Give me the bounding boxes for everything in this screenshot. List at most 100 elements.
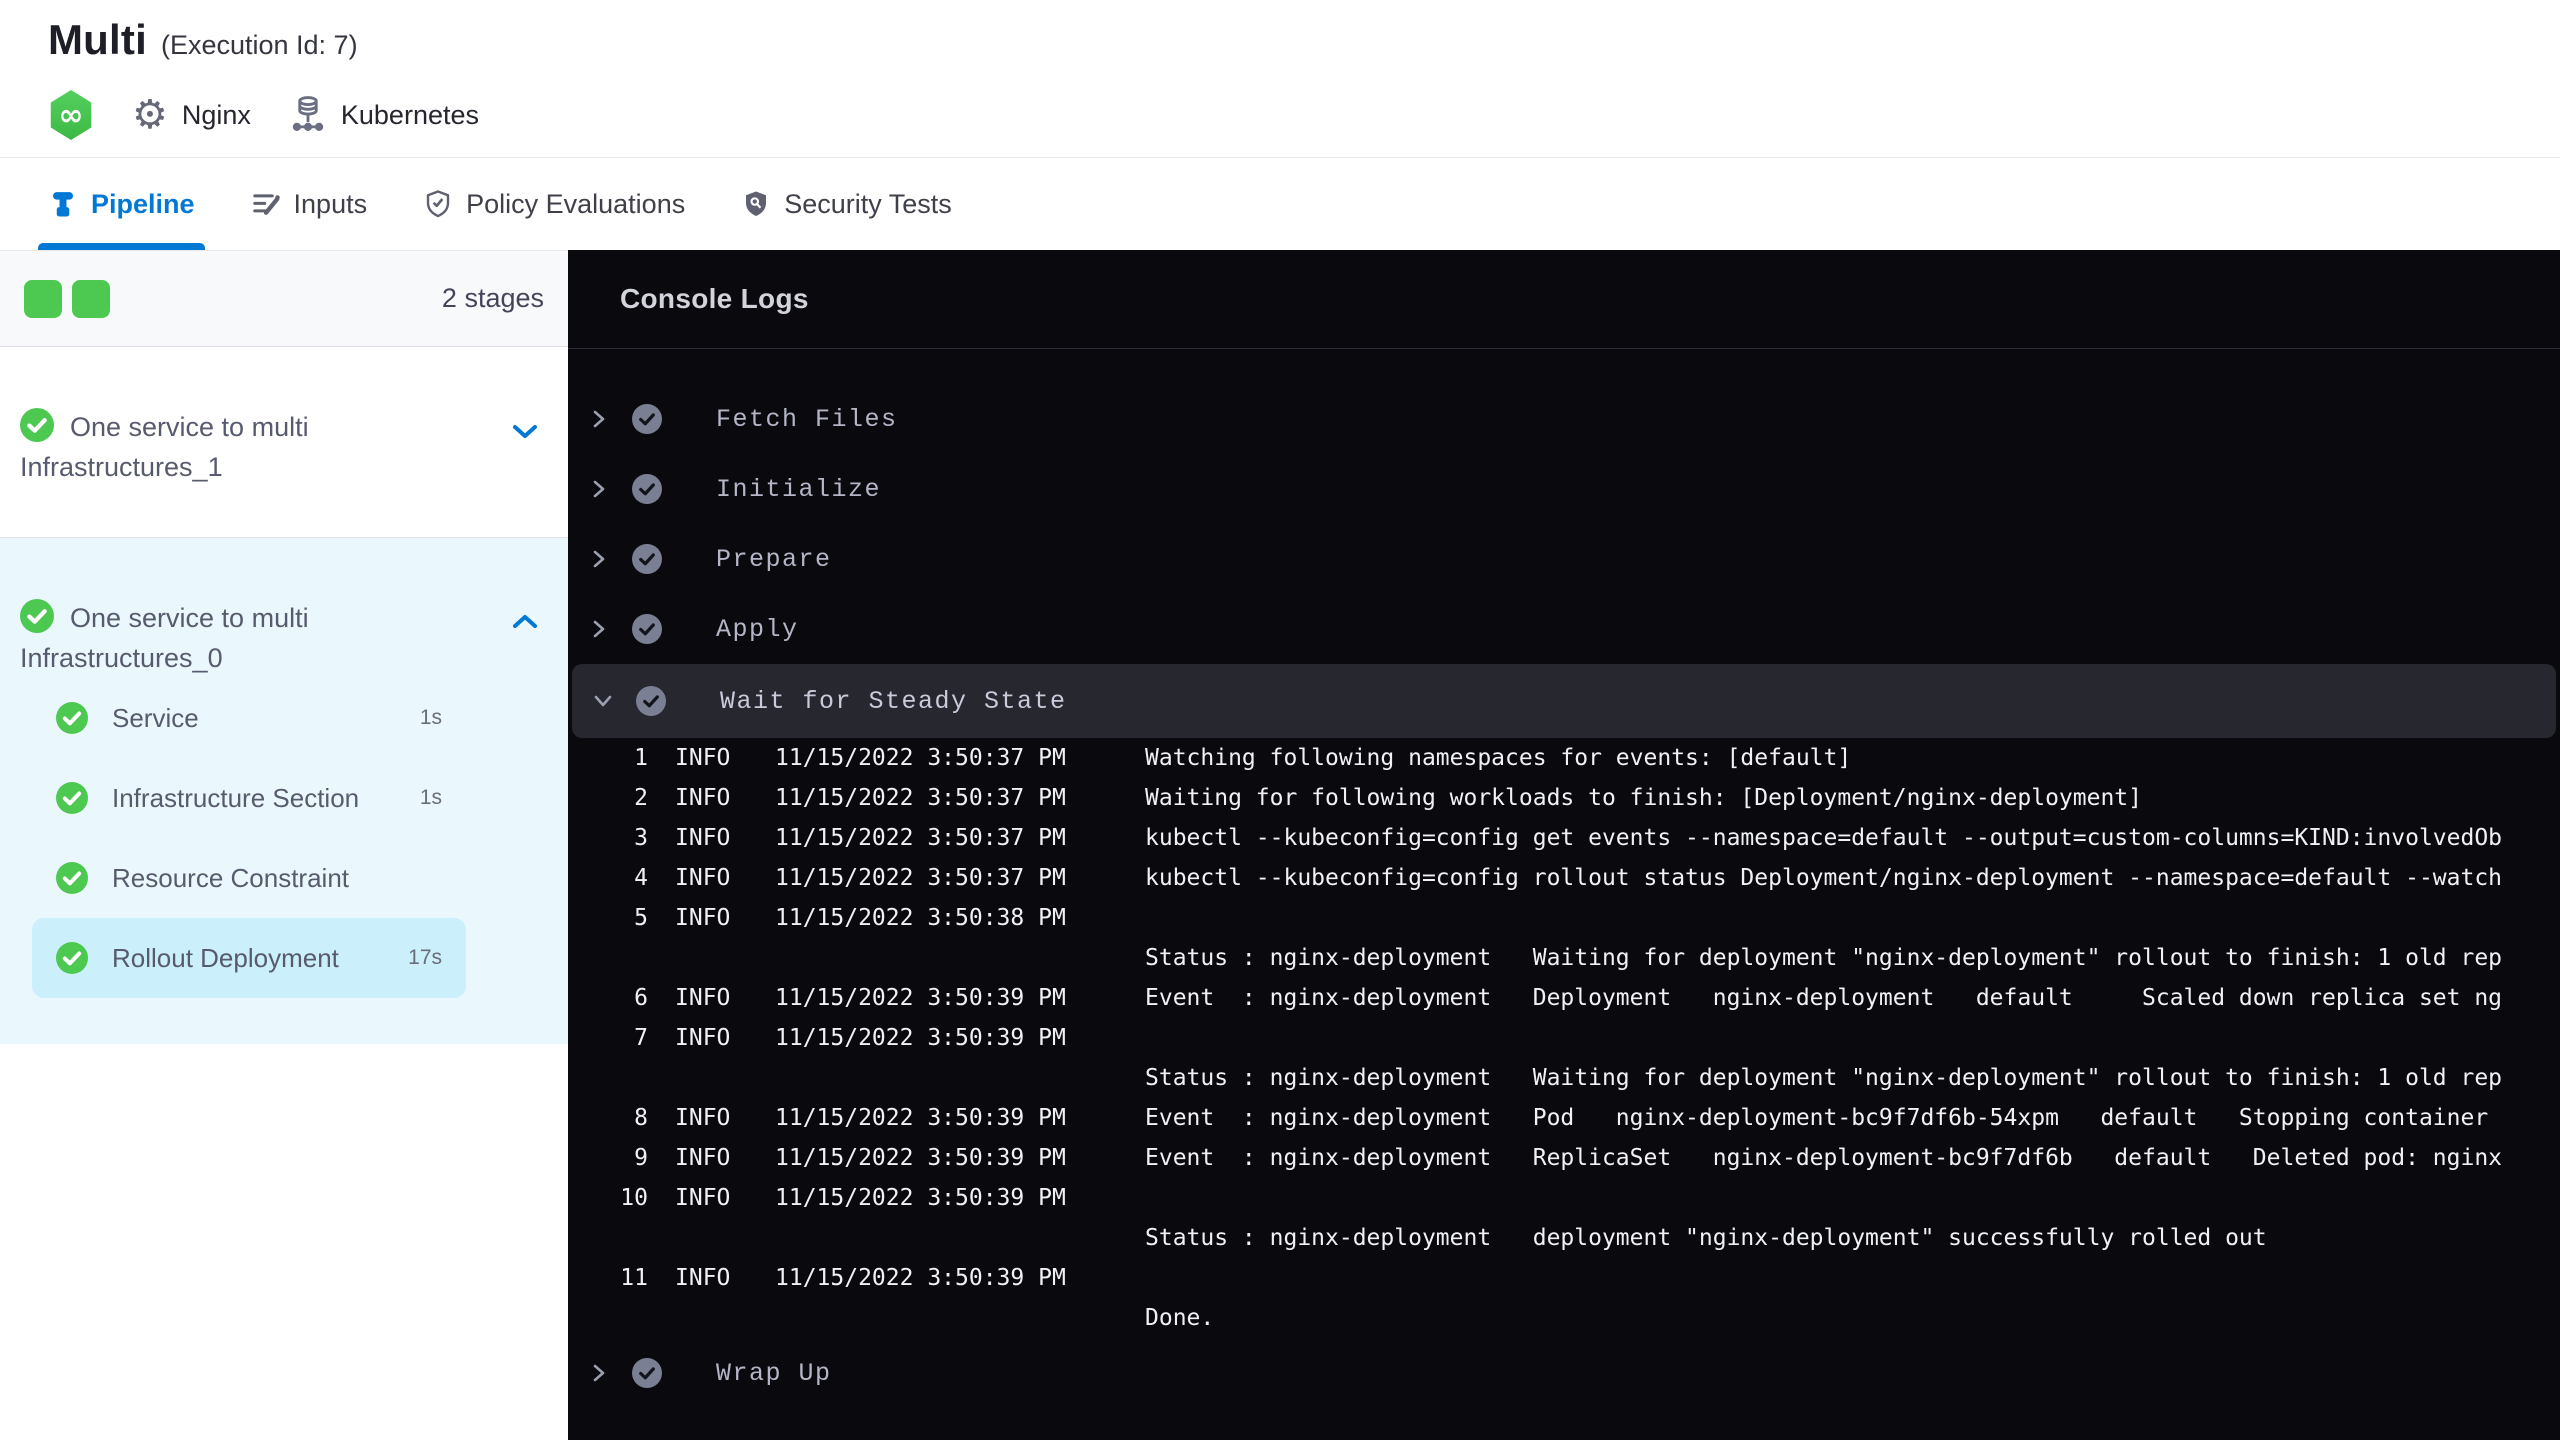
success-check-icon bbox=[56, 862, 88, 894]
log-line: 10 INFO 11/15/2022 3:50:39 PM bbox=[568, 1178, 2560, 1218]
console-section-fetch-files: Fetch Files bbox=[568, 384, 2560, 454]
log-timestamp: 11/15/2022 3:50:38 PM bbox=[775, 905, 1066, 931]
shield-search-icon bbox=[741, 189, 771, 219]
log-line: 7 INFO 11/15/2022 3:50:39 PM bbox=[568, 1018, 2560, 1058]
console-step-prepare[interactable]: Prepare bbox=[568, 524, 2560, 594]
log-level: INFO bbox=[675, 1185, 731, 1211]
console-section-apply: Apply bbox=[568, 594, 2560, 664]
console-section-wrap-up: Wrap Up bbox=[568, 1338, 2560, 1408]
step-label: Service bbox=[112, 702, 199, 733]
log-level: INFO bbox=[675, 785, 731, 811]
infrastructure-chip: Kubernetes bbox=[289, 94, 479, 136]
console-section-prepare: Prepare bbox=[568, 524, 2560, 594]
tab-security-tests[interactable]: Security Tests bbox=[731, 158, 962, 250]
log-timestamp: 11/15/2022 3:50:39 PM bbox=[775, 1185, 1066, 1211]
step-infrastructure-section[interactable]: Infrastructure Section 1s bbox=[32, 758, 466, 838]
stage-name: One service to multi Infrastructures_1 bbox=[20, 407, 478, 487]
log-line-number: 1 bbox=[634, 745, 648, 771]
console-logs-panel: Console Logs Fetch Files Initialize Prepar… bbox=[568, 250, 2560, 1440]
log-timestamp bbox=[775, 1058, 1067, 1098]
step-resource-constraint[interactable]: Resource Constraint bbox=[32, 838, 466, 918]
console-step-fetch-files[interactable]: Fetch Files bbox=[568, 384, 2560, 454]
console-logs-title: Console Logs bbox=[620, 283, 809, 314]
log-level: INFO bbox=[675, 1105, 731, 1131]
log-timestamp: 11/15/2022 3:50:39 PM bbox=[775, 1025, 1066, 1051]
chevron-right-icon[interactable] bbox=[586, 478, 612, 500]
log-message: kubectl --kubeconfig=config rollout stat… bbox=[1145, 865, 2503, 891]
stage-list: One service to multi Infrastructures_1 On… bbox=[0, 347, 568, 1044]
log-level bbox=[675, 1058, 749, 1098]
log-timestamp bbox=[775, 938, 1067, 978]
log-message: Watching following namespaces for events… bbox=[1145, 745, 1852, 771]
deploy-stage-hexagon-icon: ∞ bbox=[50, 90, 92, 140]
stage-card-one-service-to-multi-infrastructures-0[interactable]: One service to multi Infrastructures_0 Se… bbox=[0, 538, 568, 1044]
stage-status-square bbox=[72, 279, 110, 318]
execution-id: (Execution Id: 7) bbox=[160, 30, 358, 60]
log-timestamp: 11/15/2022 3:50:37 PM bbox=[775, 745, 1066, 771]
step-label: Infrastructure Section bbox=[112, 782, 360, 813]
chevron-down-icon[interactable] bbox=[590, 690, 616, 712]
console-step-wrap-up[interactable]: Wrap Up bbox=[568, 1338, 2560, 1408]
log-level bbox=[675, 1298, 749, 1338]
log-line: 3 INFO 11/15/2022 3:50:37 PM kubectl --kube… bbox=[568, 818, 2560, 858]
log-timestamp: 11/15/2022 3:50:37 PM bbox=[775, 785, 1066, 811]
log-line-number: 8 bbox=[634, 1105, 648, 1131]
gear-icon: ⚙ bbox=[132, 92, 168, 138]
chevron-up-icon[interactable] bbox=[510, 612, 540, 637]
infrastructure-icon bbox=[289, 94, 327, 136]
log-line: 8 INFO 11/15/2022 3:50:39 PM Event : nginx-… bbox=[568, 1098, 2560, 1138]
chevron-right-icon[interactable] bbox=[586, 548, 612, 570]
step-service[interactable]: Service 1s bbox=[32, 678, 466, 758]
tab-label: Policy Evaluations bbox=[466, 188, 686, 219]
console-step-label: Wait for Steady State bbox=[720, 686, 1067, 716]
log-level: INFO bbox=[675, 865, 731, 891]
log-level bbox=[675, 1218, 749, 1258]
step-success-icon bbox=[632, 404, 662, 434]
log-line-number bbox=[568, 938, 648, 978]
console-step-wait-for-steady-state[interactable]: Wait for Steady State bbox=[572, 664, 2556, 738]
step-label: Resource Constraint bbox=[112, 862, 349, 893]
log-level: INFO bbox=[675, 1145, 731, 1171]
chevron-right-icon[interactable] bbox=[586, 1362, 612, 1384]
step-duration: 17s bbox=[408, 946, 442, 969]
log-line-number: 6 bbox=[634, 985, 648, 1011]
log-line-number bbox=[568, 1058, 648, 1098]
chevron-down-icon[interactable] bbox=[510, 421, 540, 446]
log-timestamp: 11/15/2022 3:50:37 PM bbox=[775, 825, 1066, 851]
log-message bbox=[1145, 1258, 2560, 1298]
execution-tabbar: Pipeline Inputs Policy Evaluations Security… bbox=[0, 158, 2560, 250]
step-success-icon bbox=[632, 614, 662, 644]
log-timestamp bbox=[775, 1218, 1067, 1258]
tab-inputs[interactable]: Inputs bbox=[241, 158, 378, 250]
tab-pipeline[interactable]: Pipeline bbox=[38, 158, 205, 250]
log-message: Event : nginx-deployment ReplicaSet ngin… bbox=[1145, 1145, 2503, 1171]
stage-status-square bbox=[24, 279, 62, 318]
step-rollout-deployment[interactable]: Rollout Deployment 17s bbox=[32, 918, 466, 998]
chevron-right-icon[interactable] bbox=[586, 408, 612, 430]
step-success-icon bbox=[632, 1358, 662, 1388]
log-line: Status : nginx-deployment deployment "ng… bbox=[568, 1218, 2560, 1258]
console-step-initialize[interactable]: Initialize bbox=[568, 454, 2560, 524]
log-line-number: 3 bbox=[634, 825, 648, 851]
step-success-icon bbox=[632, 474, 662, 504]
execution-header: Multi (Execution Id: 7) ∞ ⚙ Nginx Kubern… bbox=[0, 0, 2560, 158]
console-step-label: Prepare bbox=[716, 544, 832, 574]
pipeline-icon bbox=[48, 189, 78, 219]
chevron-right-icon[interactable] bbox=[586, 618, 612, 640]
log-message: Done. bbox=[1145, 1305, 1215, 1331]
log-line: 4 INFO 11/15/2022 3:50:37 PM kubectl --kube… bbox=[568, 858, 2560, 898]
log-line: 11 INFO 11/15/2022 3:50:39 PM bbox=[568, 1258, 2560, 1298]
success-check-icon bbox=[56, 782, 88, 814]
stage-card-one-service-to-multi-infrastructures-1[interactable]: One service to multi Infrastructures_1 bbox=[0, 347, 568, 538]
console-step-apply[interactable]: Apply bbox=[568, 594, 2560, 664]
tab-label: Inputs bbox=[293, 188, 368, 219]
log-line-number: 10 bbox=[620, 1185, 648, 1211]
log-timestamp: 11/15/2022 3:50:37 PM bbox=[775, 865, 1066, 891]
service-name: Nginx bbox=[181, 99, 251, 130]
log-level: INFO bbox=[675, 905, 731, 931]
log-timestamp: 11/15/2022 3:50:39 PM bbox=[775, 1105, 1066, 1131]
success-check-icon bbox=[20, 408, 54, 442]
tab-policy-evaluations[interactable]: Policy Evaluations bbox=[413, 158, 695, 250]
success-check-icon bbox=[56, 702, 88, 734]
log-message bbox=[1145, 898, 2560, 938]
